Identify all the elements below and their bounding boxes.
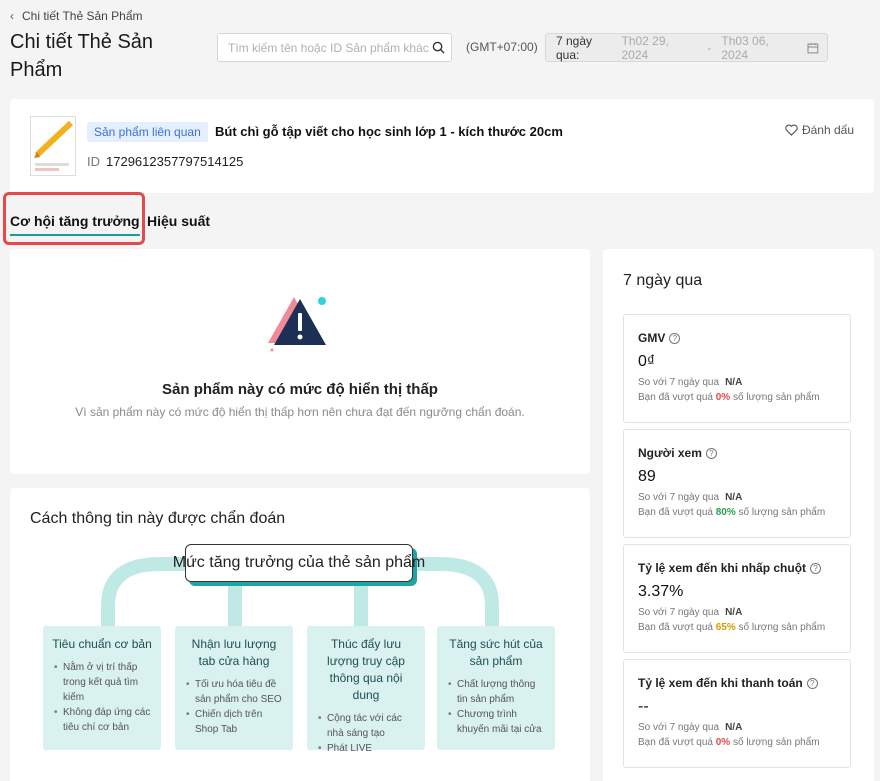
- percentile-value: 80%: [715, 507, 736, 518]
- metric-compare: So với 7 ngày qua N/A: [638, 722, 742, 733]
- metric-percentile: Bạn đã vượt quá 0% số lượng sản phẩm: [638, 392, 820, 403]
- date-start: Th02 29, 2024: [621, 33, 669, 62]
- metric-card-gmv: GMV? 0₫ So với 7 ngày qua N/A Bạn đã vượt…: [623, 314, 851, 423]
- column-item: Cộng tác với các nhà sáng tạo: [318, 711, 417, 741]
- metric-name-text: Người xem: [638, 446, 702, 460]
- metric-name-text: Tỷ lệ xem đến khi nhấp chuột: [638, 561, 807, 575]
- metric-name: GMV?: [638, 331, 681, 345]
- compare-value: N/A: [725, 492, 743, 503]
- product-card: Sản phẩm liên quan Bút chì gỗ tập viết c…: [10, 99, 874, 193]
- highlight-box: [3, 192, 145, 245]
- date-separator: -: [707, 40, 712, 55]
- column-title: Thúc đẩy lưu lượng truy cập thông qua nộ…: [327, 637, 405, 702]
- metric-value: --: [638, 698, 649, 715]
- diagnosis-column: Nhận lưu lượng tab cửa hàng Tối ưu hóa t…: [175, 626, 293, 750]
- timezone-label: (GMT+07:00): [466, 40, 538, 54]
- search-input[interactable]: [228, 40, 432, 55]
- column-item: Chiến dịch trên Shop Tab: [186, 707, 285, 737]
- compare-label: So với 7 ngày qua: [638, 377, 720, 388]
- pencil-image: [34, 120, 74, 171]
- metric-name: Tỷ lệ xem đến khi nhấp chuột?: [638, 561, 822, 575]
- date-range-picker[interactable]: 7 ngày qua: Th02 29, 2024 - Th03 06, 202…: [545, 33, 828, 62]
- diagnosis-column: Tăng sức hút của sản phẩm Chất lượng thô…: [437, 626, 555, 750]
- percentile-value: 65%: [715, 622, 736, 633]
- help-icon[interactable]: ?: [705, 447, 717, 459]
- percentile-suffix: số lượng sản phẩm: [738, 622, 826, 633]
- column-item: Nằm ở vị trí thấp trong kết quả tìm kiếm: [54, 660, 153, 705]
- metric-card-view-to-checkout: Tỷ lệ xem đến khi thanh toán? -- So với …: [623, 659, 851, 768]
- product-search[interactable]: [217, 33, 452, 62]
- percentile-suffix: số lượng sản phẩm: [738, 507, 826, 518]
- metric-name: Tỷ lệ xem đến khi thanh toán?: [638, 676, 818, 690]
- column-item: Chương trình khuyến mãi tại cửa: [448, 707, 547, 737]
- compare-value: N/A: [725, 377, 743, 388]
- back-link[interactable]: ‹ Chi tiết Thẻ Sản Phẩm: [10, 9, 143, 23]
- growth-level-box: Mức tăng trưởng của thẻ sản phẩm: [173, 544, 425, 582]
- metric-card-view-to-click: Tỷ lệ xem đến khi nhấp chuột? 3.37% So v…: [623, 544, 851, 653]
- diagnosis-column: Thúc đẩy lưu lượng truy cập thông qua nộ…: [307, 626, 425, 756]
- percentile-suffix: số lượng sản phẩm: [732, 737, 820, 748]
- column-title: Nhận lưu lượng tab cửa hàng: [191, 637, 277, 668]
- diagnosis-column: Tiêu chuẩn cơ bản Nằm ở vị trí thấp tron…: [43, 626, 161, 750]
- metric-value: 3.37%: [638, 583, 684, 600]
- percentile-value: 0%: [715, 392, 731, 403]
- metric-percentile: Bạn đã vượt quá 80% số lượng sản phẩm: [638, 507, 825, 518]
- compare-value: N/A: [725, 607, 743, 618]
- metric-compare: So với 7 ngày qua N/A: [638, 607, 742, 618]
- warning-icon: [268, 297, 326, 352]
- date-range-label: 7 ngày qua:: [556, 33, 593, 62]
- bookmark-button[interactable]: Đánh dấu: [785, 123, 854, 137]
- compare-label: So với 7 ngày qua: [638, 492, 720, 503]
- column-title: Tiêu chuẩn cơ bản: [52, 637, 152, 651]
- chevron-left-icon: ‹: [10, 9, 14, 23]
- compare-label: So với 7 ngày qua: [638, 722, 720, 733]
- diagnosis-card: Cách thông tin này được chẩn đoán Mức tă…: [10, 488, 590, 781]
- product-id-label: ID: [87, 154, 100, 169]
- product-name: Bút chì gỗ tập viết cho học sinh lớp 1 -…: [215, 124, 563, 139]
- compare-value: N/A: [725, 722, 743, 733]
- metric-name: Người xem?: [638, 446, 717, 460]
- metric-name-text: Tỷ lệ xem đến khi thanh toán: [638, 676, 803, 690]
- product-thumbnail: [30, 116, 76, 176]
- metric-value: 89: [638, 468, 656, 485]
- bookmark-label: Đánh dấu: [801, 123, 854, 137]
- percentile-value: 0%: [715, 737, 731, 748]
- column-item: Tối ưu hóa tiêu đề sản phẩm cho SEO: [186, 677, 285, 707]
- column-item: Không đáp ứng các tiêu chí cơ bản: [54, 705, 153, 735]
- date-end: Th03 06, 2024: [721, 33, 769, 62]
- metrics-panel-title: 7 ngày qua: [623, 272, 703, 289]
- percentile-suffix: số lượng sản phẩm: [732, 392, 820, 403]
- percentile-prefix: Bạn đã vượt quá: [638, 622, 713, 633]
- column-title: Tăng sức hút của sản phẩm: [449, 637, 543, 668]
- page-title: Chi tiết Thẻ Sản Phẩm: [10, 31, 154, 81]
- metrics-panel: 7 ngày qua GMV? 0₫ So với 7 ngày qua N/A …: [603, 249, 874, 781]
- help-icon[interactable]: ?: [669, 332, 681, 344]
- metric-name-text: GMV: [638, 331, 666, 345]
- related-product-tag: Sản phẩm liên quan: [87, 122, 208, 142]
- percentile-prefix: Bạn đã vượt quá: [638, 507, 713, 518]
- percentile-prefix: Bạn đã vượt quá: [638, 392, 713, 403]
- metric-compare: So với 7 ngày qua N/A: [638, 492, 742, 503]
- column-item: Phát LIVE: [318, 741, 417, 756]
- compare-label: So với 7 ngày qua: [638, 607, 720, 618]
- warning-subtitle: Vì sản phẩm này có mức độ hiển thị thấp …: [75, 405, 525, 419]
- low-visibility-card: Sản phẩm này có mức độ hiển thị thấp Vì …: [10, 249, 590, 474]
- metric-percentile: Bạn đã vượt quá 0% số lượng sản phẩm: [638, 737, 820, 748]
- heart-icon: [785, 124, 798, 136]
- percentile-prefix: Bạn đã vượt quá: [638, 737, 713, 748]
- help-icon[interactable]: ?: [810, 562, 822, 574]
- tab-performance[interactable]: Hiệu suất: [147, 213, 210, 229]
- metric-value: 0₫: [638, 353, 656, 370]
- metric-card-viewers: Người xem? 89 So với 7 ngày qua N/A Bạn đ…: [623, 429, 851, 538]
- metric-percentile: Bạn đã vượt quá 65% số lượng sản phẩm: [638, 622, 825, 633]
- metric-compare: So với 7 ngày qua N/A: [638, 377, 742, 388]
- search-icon[interactable]: [432, 41, 445, 54]
- back-link-label: Chi tiết Thẻ Sản Phẩm: [22, 9, 143, 23]
- warning-title: Sản phẩm này có mức độ hiển thị thấp: [162, 381, 438, 398]
- help-icon[interactable]: ?: [806, 677, 818, 689]
- column-item: Chất lượng thông tin sản phẩm: [448, 677, 547, 707]
- product-id: 1729612357797514125: [106, 154, 244, 169]
- calendar-icon: [807, 42, 819, 53]
